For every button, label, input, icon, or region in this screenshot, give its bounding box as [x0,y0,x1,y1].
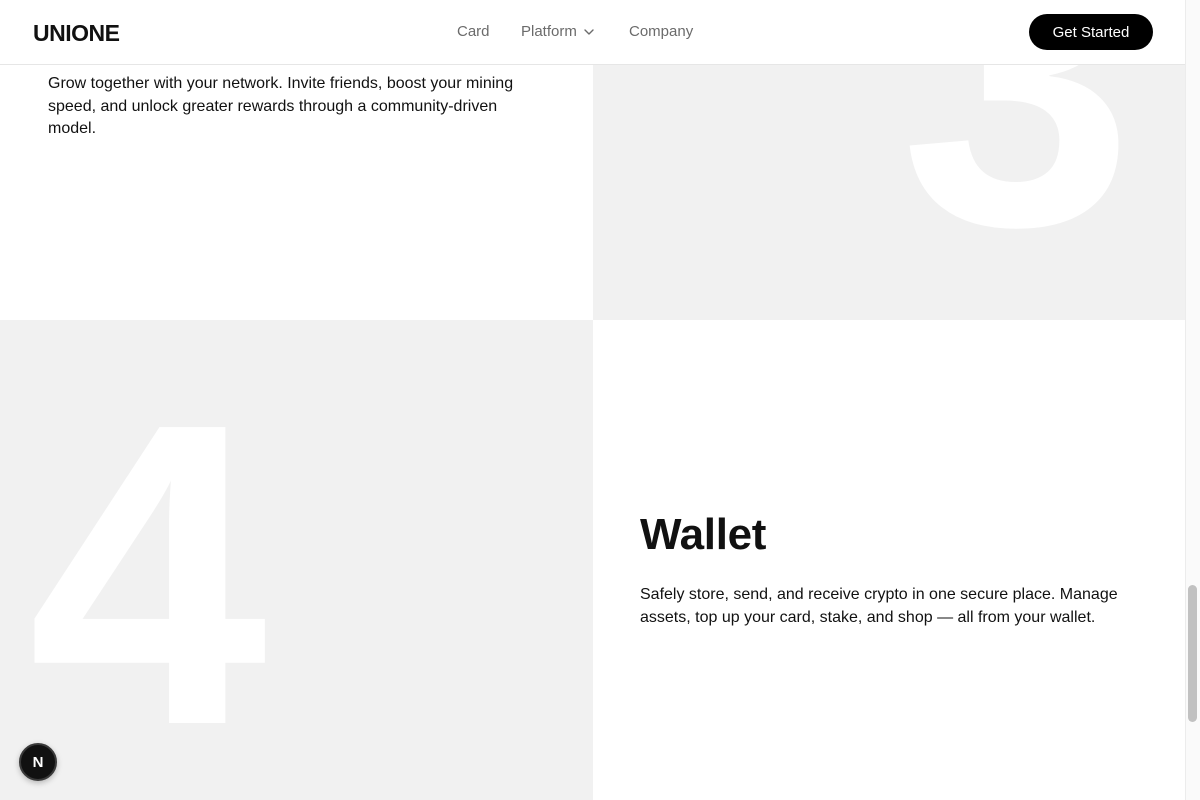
wallet-section [593,320,1185,800]
n-badge-letter: N [32,753,44,771]
wallet-description: Safely store, send, and receive crypto i… [640,586,1118,626]
step-4-numeral: 4 [28,335,268,800]
scrollbar-thumb[interactable] [1188,585,1197,722]
get-started-button[interactable]: Get Started [1029,14,1153,50]
nav-platform[interactable]: Platform [521,23,595,40]
n-badge-button[interactable]: N [19,743,57,781]
wallet-title: Wallet [640,510,767,559]
referral-description: Grow together with your network. Invite … [48,75,514,137]
nav-company[interactable]: Company [629,23,693,40]
site-header: UNIONE Card Platform Company Get Started [0,0,1185,65]
nav-card[interactable]: Card [457,23,490,40]
logo[interactable]: UNIONE [33,20,120,47]
chevron-down-icon [584,28,594,35]
nav-platform-label: Platform [521,23,577,40]
